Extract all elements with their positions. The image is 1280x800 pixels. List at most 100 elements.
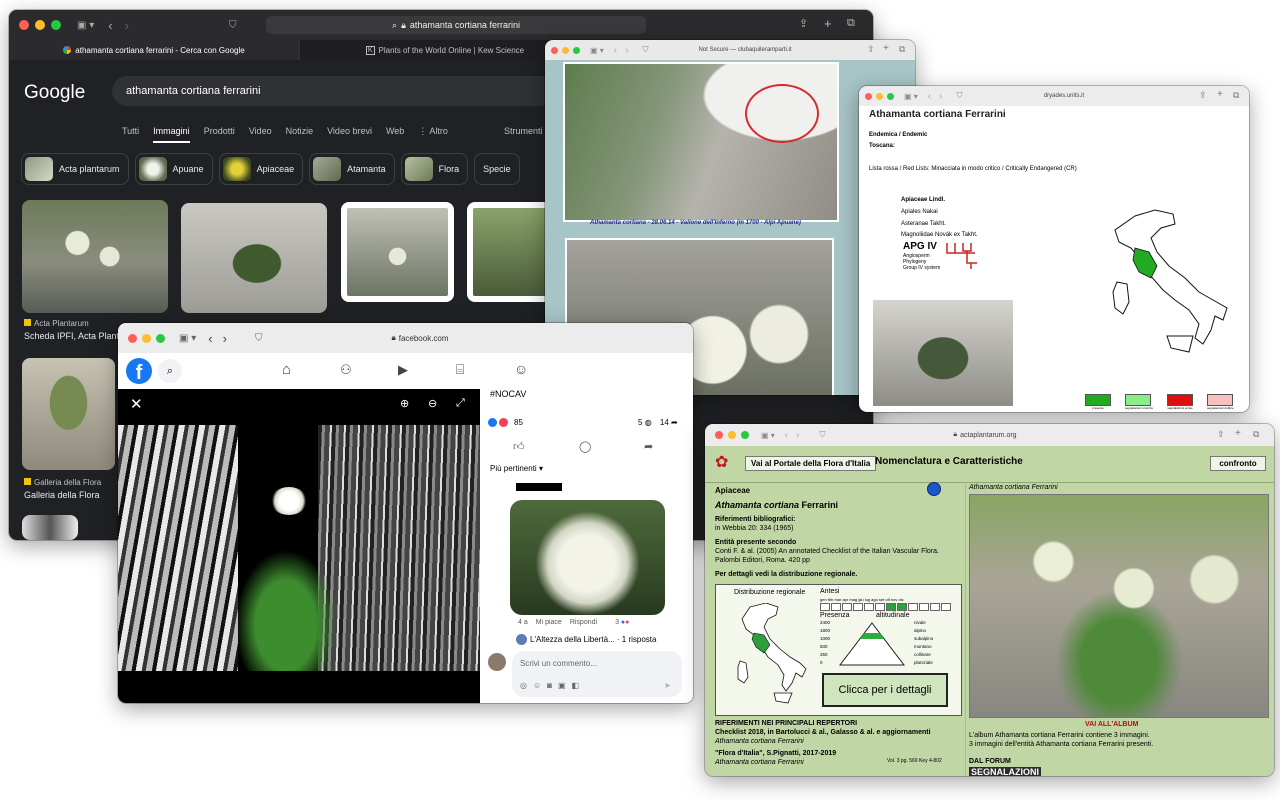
segnalazioni-button[interactable]: SEGNALAZIONI — [969, 767, 1042, 776]
sidebar-icon[interactable]: ▣ ▾ — [761, 431, 775, 440]
acta-address-bar[interactable]: 🔒︎ actaplantarum.org — [885, 429, 1085, 441]
image-result-3[interactable] — [341, 202, 454, 302]
result-1-title[interactable]: Scheda IPFI, Acta Plant — [24, 331, 119, 341]
chip-flora[interactable]: Flora — [400, 153, 469, 185]
tabs-overview-icon[interactable]: ⧉ — [1233, 90, 1239, 101]
fb-search-icon[interactable]: ⌕ — [158, 359, 182, 383]
sidebar-icon[interactable]: ▣ ▾ — [77, 20, 94, 31]
new-tab-icon[interactable]: + — [824, 16, 832, 31]
sort-dropdown[interactable]: Più pertinenti ▾ — [490, 464, 543, 473]
details-link[interactable]: Per dettagli vedi la distribuzione regio… — [715, 571, 857, 578]
zoom-out-icon[interactable]: ⊖ — [428, 397, 437, 410]
comment-like-link[interactable]: Mi piace — [536, 619, 562, 626]
chip-apiaceae[interactable]: Apiaceae — [218, 153, 304, 185]
sidebar-icon[interactable]: ▣ ▾ — [590, 46, 604, 55]
reply-thread[interactable]: L'Altezza della Libertà... · 1 risposta — [516, 634, 656, 645]
window-controls[interactable] — [865, 92, 894, 100]
back-icon[interactable]: ‹ — [208, 331, 212, 346]
dryades-photo[interactable] — [873, 300, 1013, 406]
image-result-5[interactable] — [22, 358, 115, 470]
tabs-overview-icon[interactable]: ⧉ — [899, 44, 905, 55]
new-tab-icon[interactable]: + — [883, 43, 889, 54]
click-details-button[interactable]: Clicca per i dettagli — [822, 673, 948, 707]
share-icon[interactable]: ⇪ — [867, 44, 875, 55]
nav-immagini[interactable]: Immagini — [153, 126, 190, 143]
friends-icon[interactable]: ⚇ — [340, 362, 352, 378]
chip-apuane[interactable]: Apuane — [134, 153, 213, 185]
chevron-down-icon: ▾ — [538, 464, 543, 473]
nav-notizie[interactable]: Notizie — [286, 126, 314, 143]
acta-main-photo[interactable] — [969, 494, 1269, 718]
forward-icon[interactable]: › — [796, 430, 799, 441]
sidebar-icon[interactable]: ▣ ▾ — [179, 333, 196, 344]
tools-button[interactable]: Strumenti — [504, 126, 543, 136]
comment-tools-icons[interactable]: ◎☺◙▣◧ — [520, 681, 585, 690]
marketplace-icon[interactable]: ⌸ — [456, 361, 464, 378]
like-button[interactable]: 👍︎ — [513, 440, 525, 453]
result-2-title[interactable]: Galleria della Flora — [24, 490, 100, 500]
reaction-count[interactable]: 85 — [488, 418, 523, 427]
image-result-6[interactable] — [22, 515, 78, 540]
confronto-button[interactable]: confronto — [1210, 456, 1266, 471]
album-link[interactable]: VAI ALL'ALBUM — [1085, 721, 1138, 728]
window-controls[interactable] — [128, 333, 165, 343]
groups-icon[interactable]: ☺ — [514, 361, 528, 377]
share-icon[interactable]: ⇪ — [1199, 90, 1207, 101]
comment-button[interactable]: ◯ — [579, 440, 591, 453]
fb-address-bar[interactable]: 🔒︎ facebook.com — [290, 330, 550, 346]
fullscreen-icon[interactable]: ⤢ — [456, 397, 465, 410]
sidebar-icon[interactable]: ▣ ▾ — [904, 92, 918, 101]
chip-atamanta[interactable]: Atamanta — [309, 153, 395, 185]
chip-acta-plantarum[interactable]: Acta plantarum — [21, 153, 129, 185]
video-icon[interactable]: ▶ — [398, 362, 408, 378]
image-result-2[interactable] — [181, 203, 327, 313]
nav-web[interactable]: Web — [386, 126, 404, 143]
back-icon[interactable]: ‹ — [108, 18, 112, 33]
nav-video-brevi[interactable]: Video brevi — [327, 126, 372, 143]
window-controls[interactable] — [715, 431, 749, 439]
nav-video[interactable]: Video — [249, 126, 272, 143]
comment-reply-link[interactable]: Rispondi — [570, 619, 597, 626]
tab-google-search[interactable]: athamanta cortiana ferrarini - Cerca con… — [9, 40, 300, 60]
back-icon[interactable]: ‹ — [928, 91, 931, 102]
forward-icon[interactable]: › — [625, 45, 628, 56]
window-controls[interactable] — [551, 46, 580, 54]
forward-icon[interactable]: › — [939, 91, 942, 102]
nav-tutti[interactable]: Tutti — [122, 126, 139, 143]
share-icon[interactable]: ⇪ — [1217, 429, 1225, 440]
user-avatar[interactable] — [488, 653, 506, 671]
distribution-panel[interactable]: Distribuzione regionale Antesi gen feb m… — [715, 584, 962, 716]
acta-logo-icon[interactable]: ✿ — [715, 452, 728, 472]
new-tab-icon[interactable]: + — [1217, 89, 1223, 100]
send-icon[interactable]: ➤ — [664, 681, 671, 690]
share-icon[interactable]: ⇪ — [799, 17, 808, 30]
tabs-overview-icon[interactable]: ⧉ — [847, 17, 855, 30]
comment-photo[interactable] — [510, 500, 665, 615]
highlight-circle — [745, 84, 819, 143]
back-icon[interactable]: ‹ — [614, 45, 617, 56]
post-hashtag[interactable]: #NOCAV — [490, 389, 526, 399]
window-controls[interactable] — [19, 20, 61, 30]
google-logo[interactable]: Google — [24, 82, 85, 104]
new-tab-icon[interactable]: + — [1235, 428, 1241, 439]
fb-logo[interactable]: f — [126, 358, 152, 384]
back-icon[interactable]: ‹ — [785, 430, 788, 441]
dryades-address-bar[interactable]: dryades.units.it — [999, 90, 1129, 102]
zoom-in-icon[interactable]: ⊕ — [400, 397, 409, 410]
comment-reactions[interactable]: 3 ●● — [615, 619, 629, 626]
forward-icon[interactable]: › — [223, 331, 227, 346]
google-address-bar[interactable]: ⌕ 🔒︎ athamanta cortiana ferrarini — [266, 16, 646, 34]
tabs-overview-icon[interactable]: ⧉ — [1253, 429, 1259, 440]
nav-altro[interactable]: ⋮ Altro — [418, 126, 448, 143]
home-icon[interactable]: ⌂ — [282, 361, 291, 378]
club-address-bar[interactable]: Not Secure — clubaquileramparti.it — [665, 44, 825, 56]
image-result-1[interactable] — [22, 200, 168, 313]
close-icon[interactable]: ✕ — [130, 395, 143, 413]
comment-share-count[interactable]: 5 ◍ 14 ➦ — [638, 418, 678, 427]
chip-specie[interactable]: Specie — [474, 153, 520, 185]
nav-prodotti[interactable]: Prodotti — [204, 126, 235, 143]
comment-input[interactable]: Scrivi un commento... ◎☺◙▣◧ ➤ — [512, 651, 682, 697]
portal-button[interactable]: Vai al Portale della Flora d'Italia — [745, 456, 877, 471]
forward-icon[interactable]: › — [125, 18, 129, 33]
share-button[interactable]: ➦ — [644, 440, 653, 453]
